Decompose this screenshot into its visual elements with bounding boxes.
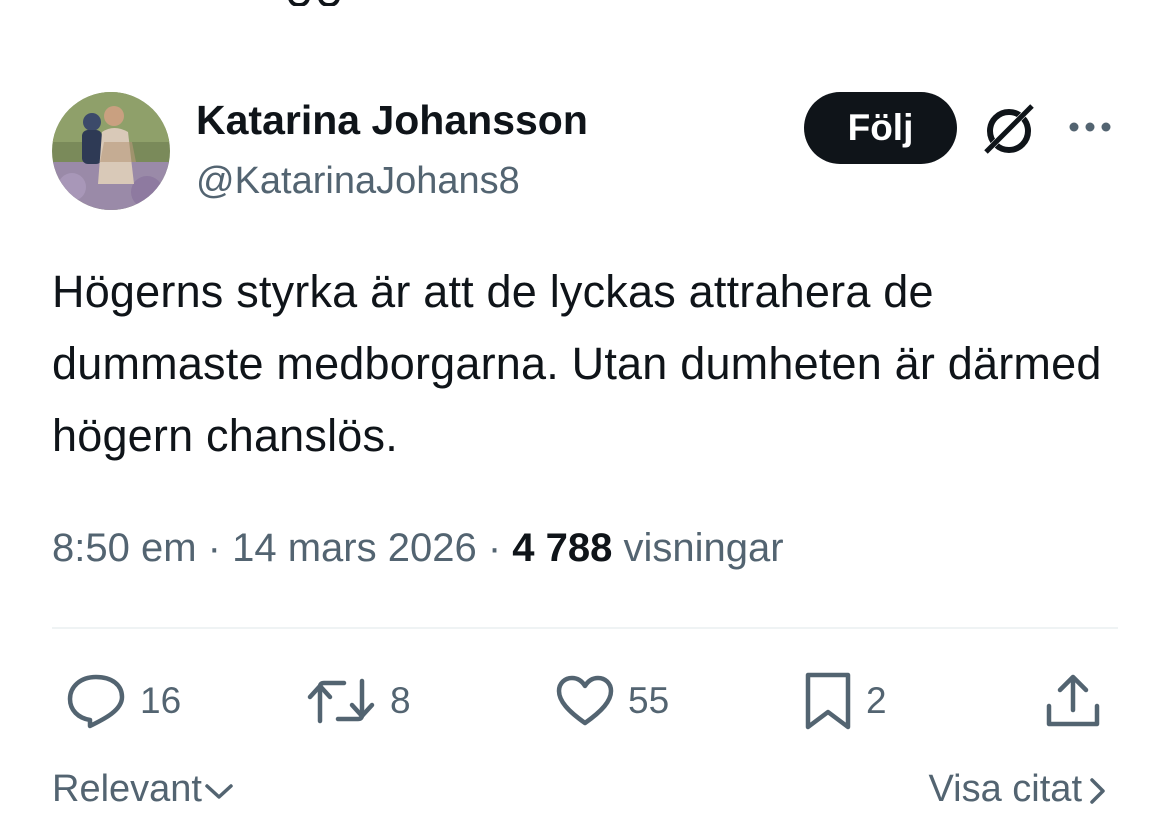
retweet-count: 8 bbox=[390, 680, 411, 721]
retweet-button[interactable]: 8 bbox=[306, 668, 411, 734]
like-count: 55 bbox=[628, 680, 670, 721]
author-display-name[interactable]: Katarina Johansson bbox=[196, 97, 588, 144]
follow-button[interactable]: Följ bbox=[804, 92, 957, 164]
sort-dropdown[interactable]: Relevant bbox=[52, 768, 236, 811]
tweet-text: Högerns styrka är att de lyckas attraher… bbox=[52, 266, 1102, 461]
previous-content-fragment bbox=[288, 0, 366, 6]
more-icon[interactable] bbox=[1066, 112, 1114, 142]
chevron-down-icon bbox=[205, 783, 233, 799]
author-handle[interactable]: @KatarinaJohans8 bbox=[196, 160, 520, 203]
reply-count: 16 bbox=[140, 680, 182, 721]
reply-icon bbox=[67, 674, 125, 729]
reply-button[interactable]: 16 bbox=[66, 668, 181, 734]
retweet-icon bbox=[307, 678, 375, 724]
bookmark-button[interactable]: 2 bbox=[804, 668, 887, 734]
heart-icon bbox=[556, 675, 614, 726]
share-icon bbox=[1046, 674, 1100, 727]
view-quotes-label: Visa citat bbox=[928, 768, 1082, 810]
divider bbox=[52, 627, 1118, 629]
chevron-right-icon bbox=[1090, 777, 1105, 804]
grok-icon[interactable] bbox=[980, 100, 1038, 158]
tweet-meta: 8:50 em · 14 mars 2026 · 4 788 visningar bbox=[52, 520, 784, 576]
share-button[interactable] bbox=[1044, 668, 1102, 734]
bookmark-icon bbox=[805, 672, 851, 730]
sort-label: Relevant bbox=[52, 768, 202, 810]
views-count[interactable]: 4 788 bbox=[512, 526, 612, 570]
like-button[interactable]: 55 bbox=[556, 668, 669, 734]
avatar-photo bbox=[52, 92, 170, 210]
views-label[interactable]: visningar bbox=[624, 526, 784, 570]
meta-separator: · bbox=[487, 526, 502, 570]
meta-separator: · bbox=[207, 526, 221, 570]
view-quotes-link[interactable]: Visa citat bbox=[929, 768, 1112, 811]
avatar[interactable] bbox=[52, 92, 170, 210]
bookmark-count: 2 bbox=[866, 680, 887, 721]
tweet-time[interactable]: 8:50 em bbox=[52, 526, 197, 570]
tweet-date[interactable]: 14 mars 2026 bbox=[232, 526, 477, 570]
